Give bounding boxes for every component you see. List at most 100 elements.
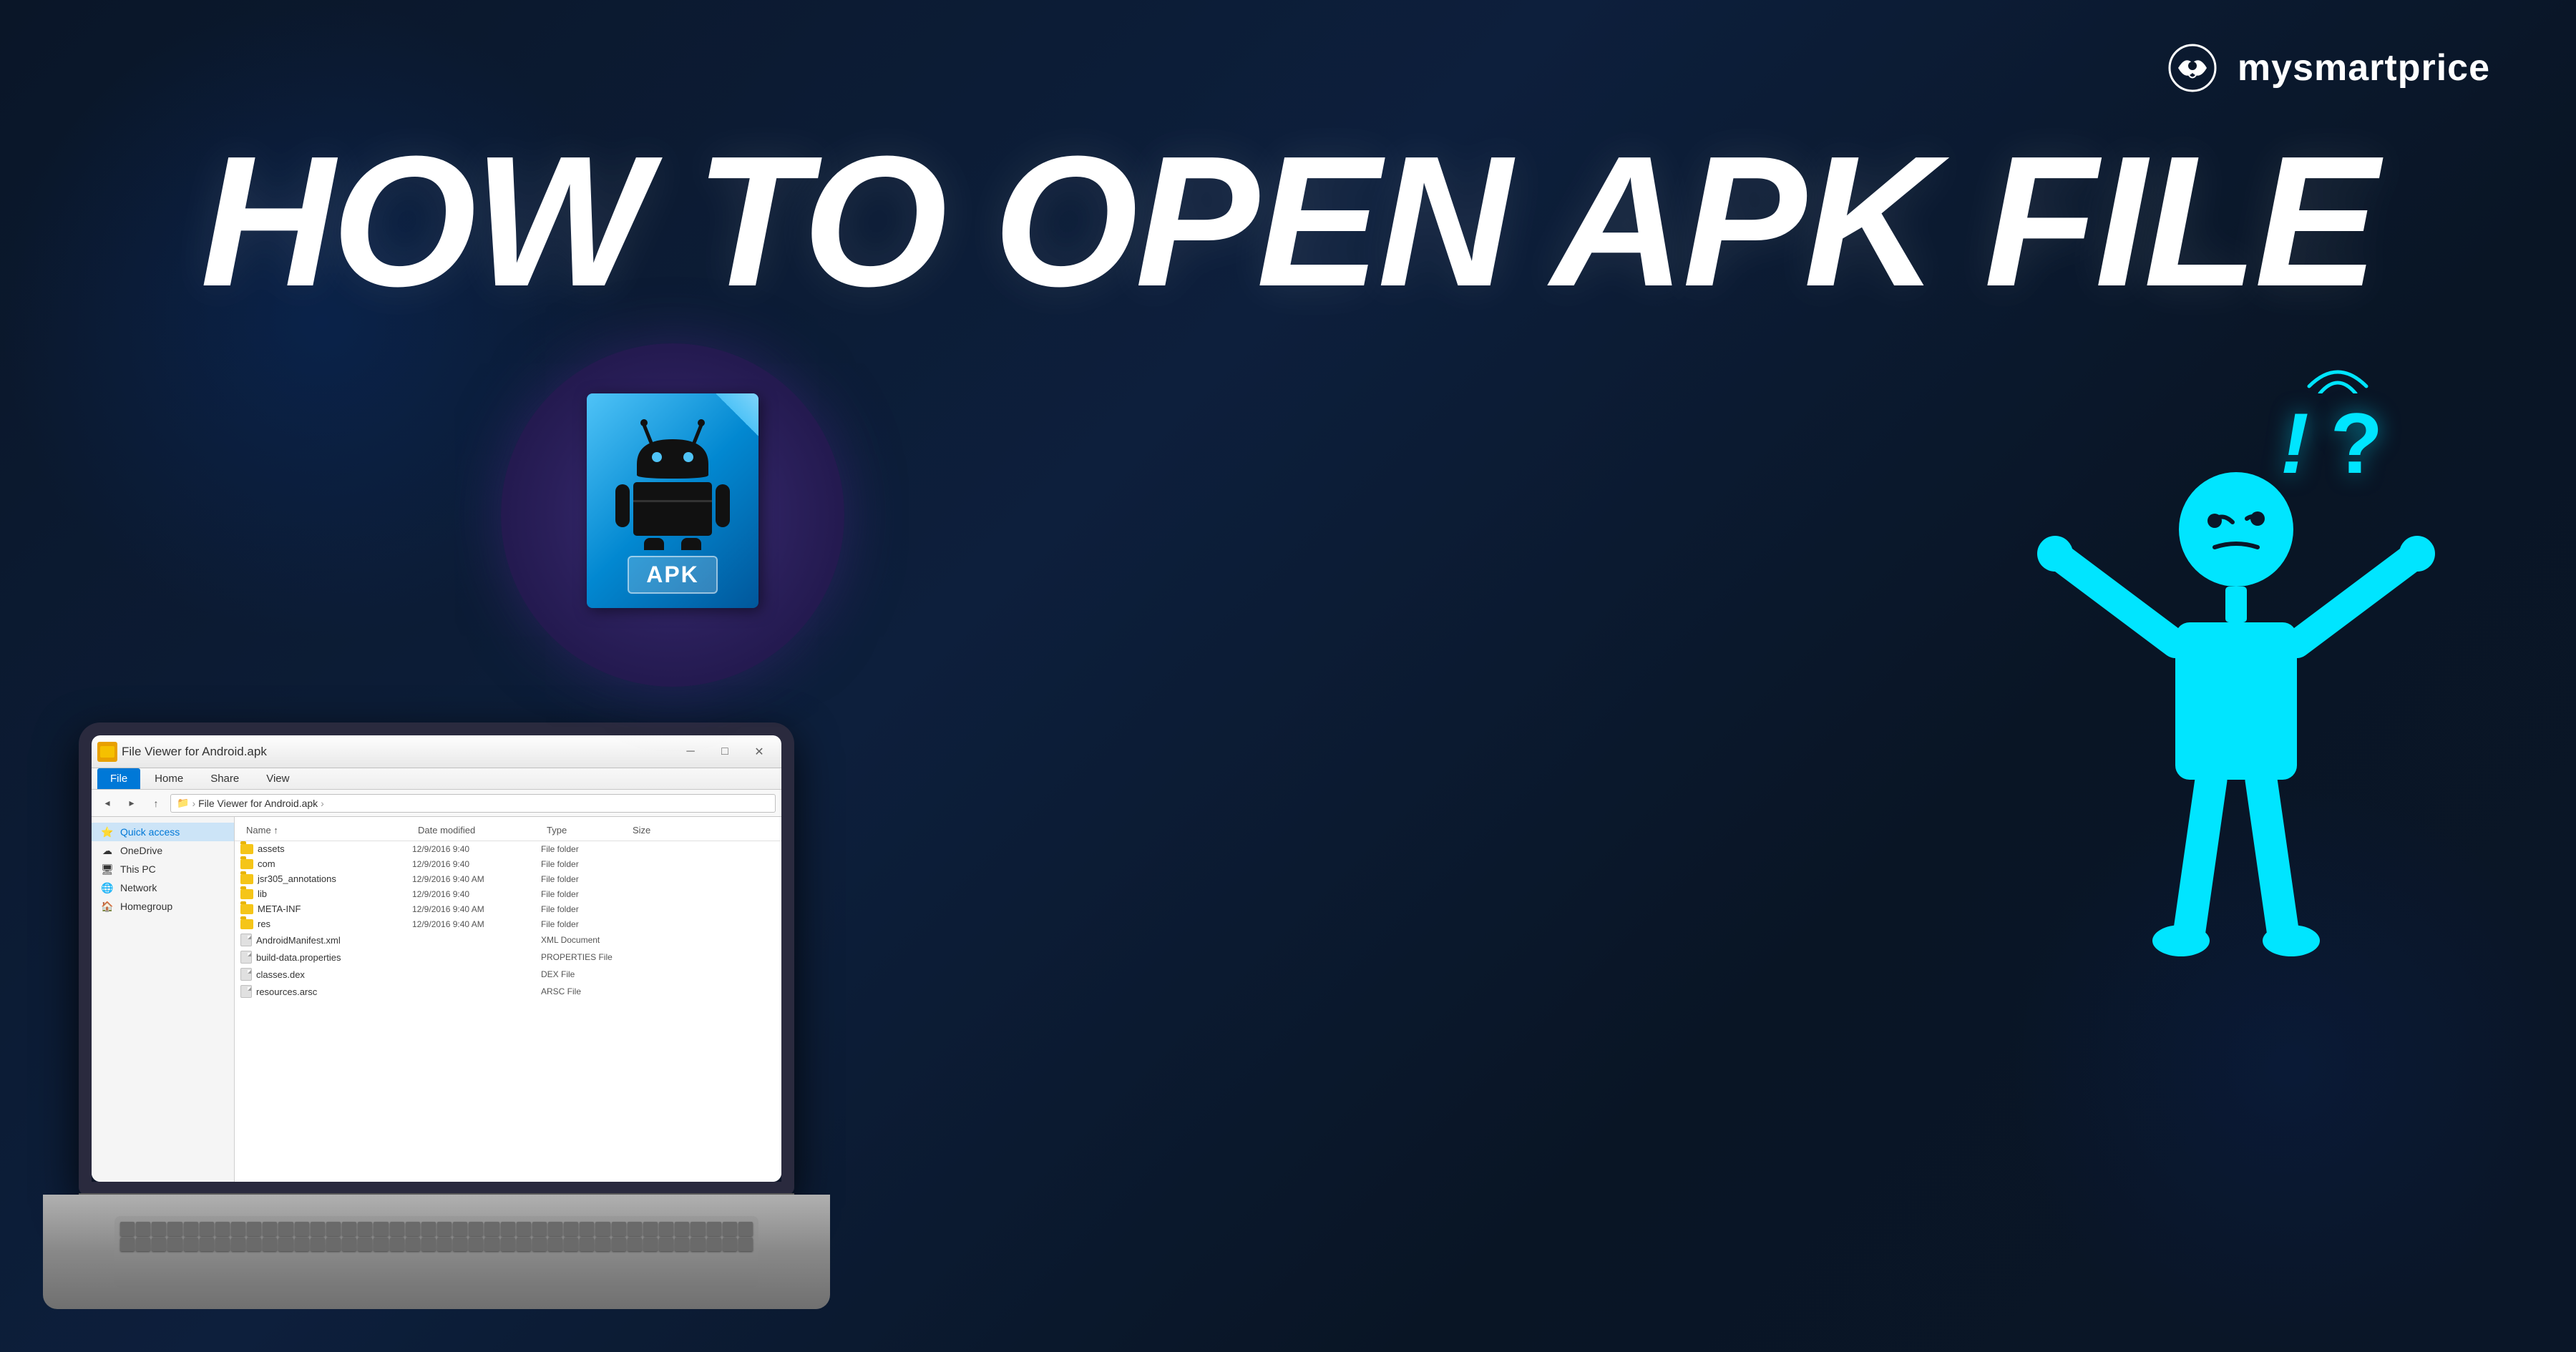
- maximize-button[interactable]: □: [708, 740, 741, 763]
- key[interactable]: [200, 1222, 214, 1236]
- key[interactable]: [517, 1222, 531, 1236]
- table-row[interactable]: classes.dex DEX File: [235, 966, 781, 983]
- key[interactable]: [738, 1238, 753, 1252]
- key[interactable]: [532, 1222, 547, 1236]
- key[interactable]: [548, 1222, 562, 1236]
- table-row[interactable]: AndroidManifest.xml XML Document: [235, 931, 781, 949]
- table-row[interactable]: lib 12/9/2016 9:40 File folder: [235, 886, 781, 901]
- key[interactable]: [167, 1222, 182, 1236]
- up-button[interactable]: ↑: [146, 793, 166, 813]
- ribbon-tab-view[interactable]: View: [253, 768, 302, 789]
- sidebar-item-quick-access[interactable]: ⭐ Quick access: [92, 823, 234, 841]
- key[interactable]: [184, 1238, 198, 1252]
- key[interactable]: [659, 1238, 673, 1252]
- col-type[interactable]: Type: [541, 823, 627, 838]
- key[interactable]: [231, 1222, 245, 1236]
- key[interactable]: [295, 1222, 309, 1236]
- key[interactable]: [564, 1222, 578, 1236]
- key[interactable]: [374, 1238, 388, 1252]
- back-button[interactable]: ◂: [97, 793, 117, 813]
- key[interactable]: [231, 1238, 245, 1252]
- key[interactable]: [612, 1222, 626, 1236]
- table-row[interactable]: jsr305_annotations 12/9/2016 9:40 AM Fil…: [235, 871, 781, 886]
- key[interactable]: [152, 1222, 166, 1236]
- table-row[interactable]: build-data.properties PROPERTIES File: [235, 949, 781, 966]
- key[interactable]: [358, 1238, 372, 1252]
- key[interactable]: [484, 1238, 499, 1252]
- key[interactable]: [263, 1222, 277, 1236]
- key[interactable]: [723, 1238, 737, 1252]
- sidebar-item-onedrive[interactable]: ☁ OneDrive: [92, 841, 234, 860]
- forward-button[interactable]: ▸: [122, 793, 142, 813]
- key[interactable]: [390, 1222, 404, 1236]
- key[interactable]: [707, 1222, 721, 1236]
- minimize-button[interactable]: ─: [674, 740, 707, 763]
- key[interactable]: [184, 1222, 198, 1236]
- col-date[interactable]: Date modified: [412, 823, 541, 838]
- key[interactable]: [167, 1238, 182, 1252]
- key[interactable]: [421, 1222, 436, 1236]
- key[interactable]: [263, 1238, 277, 1252]
- key[interactable]: [517, 1238, 531, 1252]
- key[interactable]: [453, 1238, 467, 1252]
- key[interactable]: [247, 1222, 261, 1236]
- key[interactable]: [595, 1222, 610, 1236]
- address-path[interactable]: 📁 › File Viewer for Android.apk ›: [170, 794, 776, 813]
- key[interactable]: [628, 1238, 642, 1252]
- key[interactable]: [437, 1222, 452, 1236]
- key[interactable]: [247, 1238, 261, 1252]
- key[interactable]: [295, 1238, 309, 1252]
- key[interactable]: [136, 1238, 150, 1252]
- key[interactable]: [390, 1238, 404, 1252]
- table-row[interactable]: META-INF 12/9/2016 9:40 AM File folder: [235, 901, 781, 916]
- ribbon-tab-share[interactable]: Share: [197, 768, 252, 789]
- ribbon-tab-home[interactable]: Home: [142, 768, 196, 789]
- key[interactable]: [136, 1222, 150, 1236]
- key[interactable]: [501, 1238, 515, 1252]
- key[interactable]: [580, 1238, 594, 1252]
- key[interactable]: [152, 1238, 166, 1252]
- key[interactable]: [406, 1222, 420, 1236]
- key[interactable]: [691, 1222, 705, 1236]
- key[interactable]: [675, 1238, 689, 1252]
- key[interactable]: [548, 1238, 562, 1252]
- key[interactable]: [200, 1238, 214, 1252]
- key[interactable]: [358, 1222, 372, 1236]
- key[interactable]: [707, 1238, 721, 1252]
- key[interactable]: [406, 1238, 420, 1252]
- key[interactable]: [564, 1238, 578, 1252]
- col-name[interactable]: Name ↑: [240, 823, 412, 838]
- table-row[interactable]: res 12/9/2016 9:40 AM File folder: [235, 916, 781, 931]
- ribbon-tab-file[interactable]: File: [97, 768, 140, 789]
- key[interactable]: [311, 1222, 325, 1236]
- key[interactable]: [453, 1222, 467, 1236]
- key[interactable]: [215, 1238, 230, 1252]
- key[interactable]: [691, 1238, 705, 1252]
- key[interactable]: [120, 1238, 135, 1252]
- sidebar-item-this-pc[interactable]: 🖥 This PC: [92, 860, 234, 878]
- key[interactable]: [738, 1222, 753, 1236]
- key[interactable]: [469, 1222, 483, 1236]
- key[interactable]: [342, 1238, 356, 1252]
- sidebar-item-network[interactable]: 🌐 Network: [92, 878, 234, 897]
- close-button[interactable]: ✕: [743, 740, 776, 763]
- key[interactable]: [374, 1222, 388, 1236]
- key[interactable]: [215, 1222, 230, 1236]
- key[interactable]: [612, 1238, 626, 1252]
- key[interactable]: [675, 1222, 689, 1236]
- key[interactable]: [501, 1222, 515, 1236]
- key[interactable]: [278, 1238, 293, 1252]
- key[interactable]: [342, 1222, 356, 1236]
- key[interactable]: [532, 1238, 547, 1252]
- key[interactable]: [278, 1222, 293, 1236]
- key[interactable]: [326, 1222, 341, 1236]
- key[interactable]: [326, 1238, 341, 1252]
- key[interactable]: [659, 1222, 673, 1236]
- key[interactable]: [469, 1238, 483, 1252]
- key[interactable]: [723, 1222, 737, 1236]
- key[interactable]: [484, 1222, 499, 1236]
- key[interactable]: [580, 1222, 594, 1236]
- key[interactable]: [628, 1222, 642, 1236]
- table-row[interactable]: com 12/9/2016 9:40 File folder: [235, 856, 781, 871]
- key[interactable]: [421, 1238, 436, 1252]
